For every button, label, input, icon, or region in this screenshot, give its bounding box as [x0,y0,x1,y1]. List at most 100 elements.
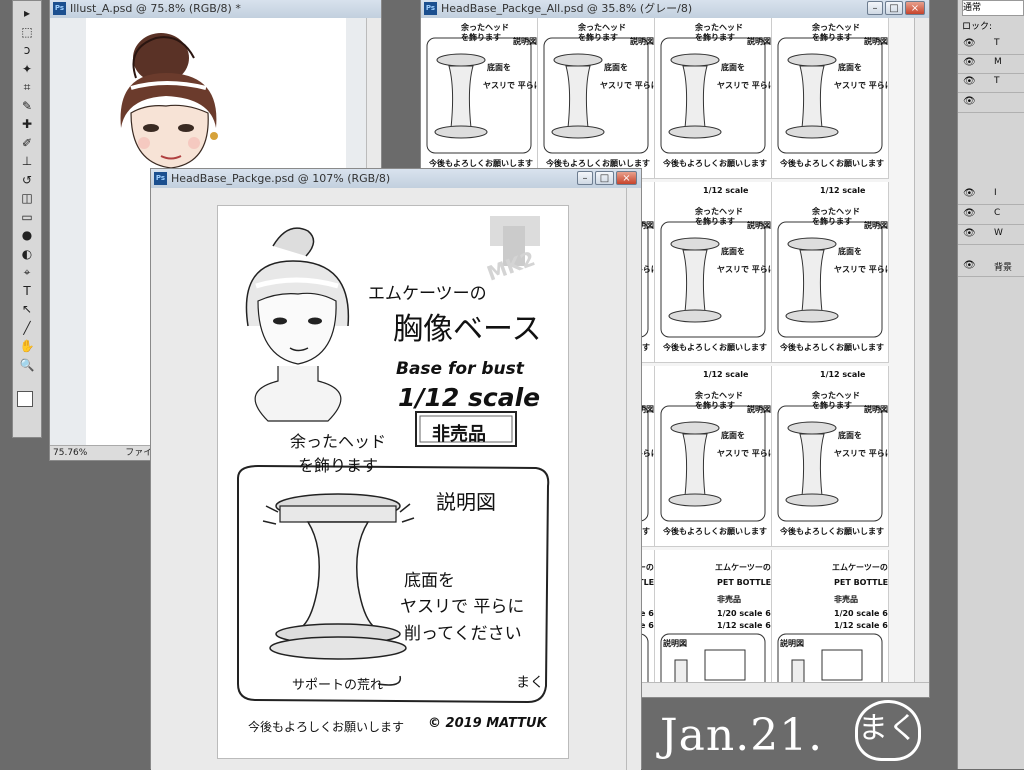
layer-row[interactable]: 👁 背景 [958,256,1024,277]
tile-text: を飾ります [578,33,618,42]
tile-text: 今後もよろしくお願いします [663,159,767,168]
package-tile: 1/12 scale余ったヘッドを飾ります説明図底面をヤスリで 平らに今後もよろ… [772,182,889,363]
history-brush-icon[interactable]: ↺ [16,172,38,188]
layer-row[interactable]: 👁 M [958,53,1024,74]
tile-text: を飾ります [812,33,852,42]
main-window[interactable]: Ps HeadBase_Packge.psd @ 107% (RGB/8) – □… [150,168,642,770]
package-page[interactable]: MK2 エムケーツーの 胸像ベース Base for bust 1/12 sca… [217,205,569,759]
tile-text: ヤスリで 平らに [834,449,889,458]
tools-panel: ▸ ⬚ ↄ ✦ ⌗ ✎ ✚ ✐ ⊥ ↺ ◫ ▭ ● ◐ ⌖ T ↖ ╱ ✋ 🔍 [12,0,42,438]
brush-icon[interactable]: ✐ [16,135,38,151]
tile-text: PET BOTTLE [717,578,772,587]
type-icon[interactable]: T [16,283,38,299]
marquee-icon[interactable]: ⬚ [16,24,38,40]
tile-text: 説明図 [747,405,771,414]
color-swatch[interactable] [17,391,33,407]
package-tile: 1/12 scale余ったヘッドを飾ります説明図底面をヤスリで 平らに今後もよろ… [655,366,772,547]
main-canvas-area[interactable]: MK2 エムケーツーの 胸像ベース Base for bust 1/12 sca… [151,188,627,770]
eye-icon[interactable]: 👁 [963,208,976,219]
eyedropper-icon[interactable]: ✎ [16,98,38,114]
lasso-icon[interactable]: ↄ [16,42,38,58]
photoshop-icon: Ps [424,2,437,15]
tile-text: 説明図 [630,37,654,46]
main-vscroll[interactable] [626,188,641,770]
package-tile: 1/12 scale余ったヘッドを飾ります説明図底面をヤスリで 平らに今後もよろ… [655,18,772,179]
gradient-icon[interactable]: ▭ [16,209,38,225]
tile-text: を飾ります [812,217,852,226]
all-vscroll[interactable] [914,18,929,685]
layer-row[interactable]: 👁 [958,92,1024,113]
minimize-button[interactable]: – [577,171,593,185]
blur-icon[interactable]: ● [16,227,38,243]
close-button[interactable]: × [616,171,637,185]
hand-note-3: 削ってください [404,624,522,644]
maximize-button[interactable]: □ [595,171,614,185]
tile-text: 1/12 scale [820,370,866,379]
layer-name: 背景 [994,263,1013,273]
zoom-icon[interactable]: 🔍 [16,357,38,373]
tile-text: 説明図 [864,405,888,414]
tile-text: 1/12 scale 6本入り [834,621,888,630]
eye-icon[interactable]: 👁 [963,228,976,239]
svg-text:MK2: MK2 [484,246,539,285]
tile-text: 底面を [721,63,745,72]
artist-signature: まく [516,675,544,691]
eye-icon[interactable]: 👁 [963,260,976,271]
layer-row[interactable]: 👁 W [958,224,1024,245]
blend-mode-select[interactable]: 通常 [962,0,1024,16]
tile-text: ヤスリで 平らに [717,81,772,90]
tile-text: 1/20 scale 6本入り [834,609,888,618]
package-tile: 1/12 scale余ったヘッドを飾ります説明図底面をヤスリで 平らに今後もよろ… [655,182,772,363]
tile-text: 説明図 [780,639,804,648]
pen-icon[interactable]: ⌖ [16,264,38,280]
stamp-icon[interactable]: ⊥ [16,153,38,169]
shape-icon[interactable]: ╱ [16,320,38,336]
maximize-button[interactable]: □ [885,1,903,15]
tile-text: 1/12 scale [703,370,749,379]
package-tile: エムケーツーの PET BOTTLE 非売品 1/20 scale 6本入り 1/12 … [772,550,889,685]
tile-text: エムケーツーの [715,563,771,572]
tile-text: ヤスリで 平らに [483,81,538,90]
layer-row[interactable]: 👁 I [958,184,1024,205]
diagram-label: 説明図 [436,490,496,514]
illust-window-title[interactable]: Ps Illust_A.psd @ 75.8% (RGB/8) * [50,0,381,18]
close-button[interactable]: × [905,1,925,15]
layer-name: T [994,76,1000,86]
tile-text: 1/12 scale [820,186,866,195]
eraser-icon[interactable]: ◫ [16,190,38,206]
zoom-level[interactable]: 75.76% [53,448,87,458]
eye-icon[interactable]: 👁 [963,57,976,68]
tile-text: ヤスリで 平らに [834,265,889,274]
main-window-title[interactable]: Ps HeadBase_Packge.psd @ 107% (RGB/8) [151,169,641,188]
magic-wand-icon[interactable]: ✦ [16,61,38,77]
package-tile: 1/12 scale余ったヘッドを飾ります説明図底面をヤスリで 平らに今後もよろ… [772,366,889,547]
dodge-icon[interactable]: ◐ [16,246,38,262]
tile-text: 説明図 [513,37,537,46]
layer-name: C [994,208,1001,218]
eye-icon[interactable]: 👁 [963,76,976,87]
tile-text: 今後もよろしくお願いします [780,527,884,536]
tile-text: を飾ります [695,401,735,410]
layer-row[interactable]: 👁 T [958,34,1024,55]
tile-text: 説明図 [663,639,687,648]
minimize-button[interactable]: – [867,1,883,15]
crop-icon[interactable]: ⌗ [16,79,38,95]
tile-text: エムケーツーの [832,563,888,572]
layer-row[interactable]: 👁 T [958,72,1024,93]
layers-panel: 通常 ロック: 👁 T 👁 M 👁 T 👁 👁 I 👁 C 👁 W 👁 背景 [957,0,1024,769]
tile-text: 底面を [487,63,511,72]
title-en: Base for bust [396,359,524,379]
eye-icon[interactable]: 👁 [963,38,976,49]
file-info[interactable]: ファイ [125,448,152,458]
tile-text: ヤスリで 平らに [834,81,889,90]
eye-icon[interactable]: 👁 [963,96,976,107]
move-icon[interactable]: ▸ [16,5,38,21]
layer-row[interactable]: 👁 C [958,204,1024,225]
hand-icon[interactable]: ✋ [16,338,38,354]
layer-name: M [994,57,1002,67]
healing-icon[interactable]: ✚ [16,116,38,132]
all-window-title[interactable]: Ps HeadBase_Packge_All.psd @ 35.8% (グレー/8… [421,0,929,18]
eye-icon[interactable]: 👁 [963,188,976,199]
path-select-icon[interactable]: ↖ [16,301,38,317]
tile-text: 今後もよろしくお願いします [663,527,767,536]
